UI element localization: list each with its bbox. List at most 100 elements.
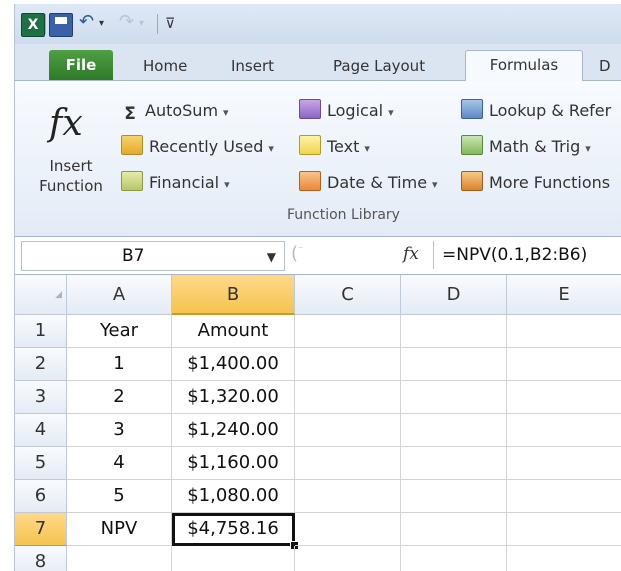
cell-b1[interactable]: Amount <box>172 315 295 348</box>
ribbon-tabs: File Home Insert Page Layout Formulas D <box>15 44 621 82</box>
cell-b3[interactable]: $1,320.00 <box>172 381 295 414</box>
column-header-a[interactable]: A <box>67 275 172 315</box>
cell-c3[interactable] <box>295 381 401 414</box>
name-box-value: B7 <box>122 246 145 266</box>
cell-d2[interactable] <box>401 348 507 381</box>
row-header[interactable]: 2 <box>15 348 67 381</box>
cell-b6[interactable]: $1,080.00 <box>172 480 295 513</box>
tab-formulas[interactable]: Formulas <box>465 50 583 82</box>
customize-qat-icon[interactable]: ⊽ <box>165 16 175 32</box>
lookup-reference-button[interactable]: Lookup & Refer <box>461 99 611 123</box>
cell-d4[interactable] <box>401 414 507 447</box>
theta-book-icon <box>461 135 483 155</box>
cell-a5[interactable]: 4 <box>67 447 172 480</box>
cell-d8[interactable] <box>401 546 507 571</box>
row-header[interactable]: 6 <box>15 480 67 513</box>
cell-b8[interactable] <box>172 546 295 571</box>
redo-icon[interactable]: ↷ <box>119 11 134 32</box>
qat-separator <box>45 14 46 34</box>
cell-e6[interactable] <box>507 480 621 513</box>
name-box[interactable]: B7 ▼ <box>21 241 285 271</box>
excel-window: X ↶ ▾ ↷ ▾ ⊽ File Home Insert Page Layout… <box>14 4 621 571</box>
cell-e1[interactable] <box>507 315 621 348</box>
insert-function-icon[interactable]: fx <box>403 244 419 264</box>
autosum-button[interactable]: Σ AutoSum ▾ <box>121 99 228 124</box>
column-header-b[interactable]: B <box>172 275 295 315</box>
chevron-down-icon: ▾ <box>388 106 394 119</box>
cell-b5[interactable]: $1,160.00 <box>172 447 295 480</box>
financial-label: Financial <box>149 173 220 192</box>
cell-c8[interactable] <box>295 546 401 571</box>
undo-dropdown-icon[interactable]: ▾ <box>99 18 104 29</box>
cell-d1[interactable] <box>401 315 507 348</box>
row-header[interactable]: 5 <box>15 447 67 480</box>
cell-c7[interactable] <box>295 513 401 546</box>
sigma-icon: Σ <box>124 104 136 124</box>
cell-a2[interactable]: 1 <box>67 348 172 381</box>
cell-c4[interactable] <box>295 414 401 447</box>
cell-d7[interactable] <box>401 513 507 546</box>
more-functions-button[interactable]: More Functions <box>461 171 610 195</box>
undo-icon[interactable]: ↶ <box>79 11 94 32</box>
select-all-corner[interactable]: ◢ <box>15 275 67 315</box>
save-icon[interactable] <box>49 13 73 37</box>
cell-d6[interactable] <box>401 480 507 513</box>
insert-function-label-line2: Function <box>39 177 103 195</box>
cell-c1[interactable] <box>295 315 401 348</box>
logical-button[interactable]: Logical ▾ <box>299 99 394 123</box>
date-time-button[interactable]: Date & Time ▾ <box>299 171 438 195</box>
ribbon-formulas: fx Insert Function Σ AutoSum ▾ Recently Us… <box>15 81 621 237</box>
column-header-c[interactable]: C <box>295 275 401 315</box>
formula-bar-resize-icon[interactable]: (⁻ <box>291 243 303 264</box>
cell-e2[interactable] <box>507 348 621 381</box>
formula-input[interactable]: =NPV(0.1,B2:B6) <box>433 241 621 269</box>
insert-function-icon[interactable]: fx <box>49 103 83 144</box>
date-time-label: Date & Time <box>327 173 428 192</box>
tab-data[interactable]: D <box>593 52 617 80</box>
cell-a1[interactable]: Year <box>67 315 172 348</box>
cell-b7-active[interactable]: $4,758.16 <box>172 513 295 546</box>
row-header-selected[interactable]: 7 <box>15 513 67 546</box>
cell-e5[interactable] <box>507 447 621 480</box>
autosum-label: AutoSum <box>145 101 219 120</box>
row-header[interactable]: 3 <box>15 381 67 414</box>
row-header[interactable]: 4 <box>15 414 67 447</box>
insert-function-button[interactable]: Insert Function <box>29 156 113 196</box>
cell-a3[interactable]: 2 <box>67 381 172 414</box>
cell-d5[interactable] <box>401 447 507 480</box>
recently-used-button[interactable]: Recently Used ▾ <box>121 135 274 159</box>
tab-home[interactable]: Home <box>137 52 193 80</box>
cell-e3[interactable] <box>507 381 621 414</box>
cell-e8[interactable] <box>507 546 621 571</box>
cell-a8[interactable] <box>67 546 172 571</box>
cell-a6[interactable]: 5 <box>67 480 172 513</box>
cell-c6[interactable] <box>295 480 401 513</box>
column-header-e[interactable]: E <box>507 275 621 315</box>
clock-icon <box>299 171 321 191</box>
chevron-down-icon: ▾ <box>432 178 438 191</box>
magnifier-book-icon <box>461 99 483 119</box>
cell-a7[interactable]: NPV <box>67 513 172 546</box>
cell-b4[interactable]: $1,240.00 <box>172 414 295 447</box>
tab-page-layout[interactable]: Page Layout <box>327 52 431 80</box>
row-header[interactable]: 8 <box>15 546 67 571</box>
qat-separator <box>157 14 158 34</box>
tab-file[interactable]: File <box>49 50 113 80</box>
cell-b2[interactable]: $1,400.00 <box>172 348 295 381</box>
column-header-d[interactable]: D <box>401 275 507 315</box>
text-button[interactable]: Text ▾ <box>299 135 370 159</box>
cell-d3[interactable] <box>401 381 507 414</box>
cell-a4[interactable]: 3 <box>67 414 172 447</box>
excel-app-icon[interactable]: X <box>21 13 45 37</box>
cell-c5[interactable] <box>295 447 401 480</box>
redo-dropdown-icon[interactable]: ▾ <box>139 18 144 29</box>
cell-e7[interactable] <box>507 513 621 546</box>
cell-c2[interactable] <box>295 348 401 381</box>
tab-insert[interactable]: Insert <box>225 52 280 80</box>
chevron-down-icon[interactable]: ▼ <box>267 250 276 264</box>
financial-button[interactable]: Financial ▾ <box>121 171 230 195</box>
cell-e4[interactable] <box>507 414 621 447</box>
math-trig-button[interactable]: Math & Trig ▾ <box>461 135 591 159</box>
row-header[interactable]: 1 <box>15 315 67 348</box>
chevron-down-icon: ▾ <box>585 142 591 155</box>
